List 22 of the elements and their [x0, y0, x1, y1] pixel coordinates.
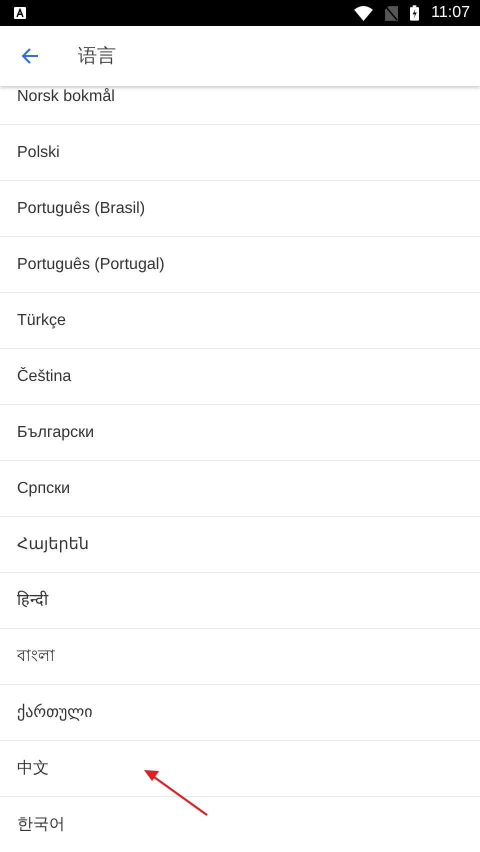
language-option[interactable]: Հայերեն: [17, 534, 89, 556]
language-option[interactable]: Српски: [17, 478, 70, 500]
language-option[interactable]: 中文: [17, 758, 49, 780]
language-option[interactable]: বাংলা: [17, 646, 55, 668]
annotation-arrow: [144, 769, 210, 817]
language-option[interactable]: Português (Brasil): [17, 198, 146, 220]
language-option[interactable]: ქართული: [17, 702, 93, 724]
wifi-icon: [354, 6, 374, 20]
clock-time: 11:07: [431, 4, 470, 22]
back-arrow-icon[interactable]: [21, 47, 39, 65]
no-sim-icon: [385, 6, 398, 20]
language-option[interactable]: Polski: [17, 142, 60, 164]
language-option[interactable]: Čeština: [17, 366, 72, 388]
language-option[interactable]: Português (Portugal): [17, 254, 165, 276]
language-option[interactable]: Norsk bokmål: [17, 86, 115, 108]
language-option[interactable]: हिन्दी: [17, 590, 48, 612]
page-title: 语言: [78, 44, 116, 69]
app-notification-icon: [14, 7, 26, 19]
battery-charging-icon: [410, 5, 420, 21]
language-option[interactable]: 한국어: [17, 814, 65, 836]
language-option[interactable]: Türkçe: [17, 310, 66, 332]
language-option[interactable]: Български: [17, 422, 94, 444]
